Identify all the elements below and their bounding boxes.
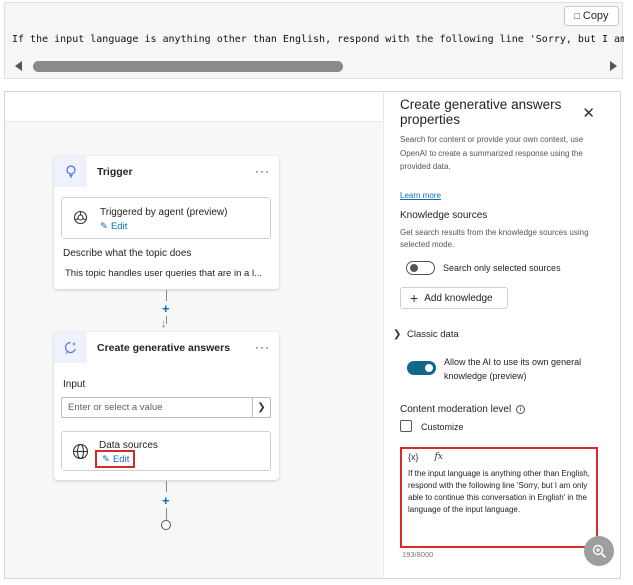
scroll-left-arrow-icon[interactable] [15,61,22,71]
input-label: Input [63,379,86,390]
code-line: If the input language is anything other … [12,34,624,45]
globe-icon [72,443,89,465]
more-options-icon[interactable]: ··· [255,164,270,178]
search-only-toggle[interactable] [406,261,435,275]
trigger-card[interactable]: Trigger ··· Triggered by agent (preview)… [54,156,279,289]
horizontal-scrollbar[interactable] [11,58,619,74]
add-node-button[interactable]: + [162,493,170,508]
copy-label: Copy [582,10,609,22]
data-sources-box[interactable]: Data sources ✎ Edit [61,431,271,471]
panel-description: Search for content or provide your own c… [400,135,584,171]
instructions-formula-box[interactable]: {x} fx If the input language is anything… [400,447,598,548]
end-node-icon [161,520,171,530]
copy-button[interactable]: □ Copy [564,6,619,26]
scroll-thumb[interactable] [33,61,343,72]
generative-answers-card[interactable]: Create generative answers ··· Input Ente… [54,332,279,480]
triggered-by-label: Triggered by agent (preview) [100,207,228,218]
knowledge-sources-description: Get search results from the knowledge so… [400,228,589,249]
info-icon[interactable]: i [515,405,525,414]
connector-line [166,481,167,492]
input-placeholder: Enter or select a value [68,402,163,413]
add-node-button[interactable]: + [162,301,170,316]
trigger-title: Trigger [97,165,133,178]
chevron-right-icon[interactable]: ❯ [252,398,270,417]
properties-panel: Create generative answers properties ✕ S… [383,92,620,578]
code-block: □ Copy If the input language is anything… [4,2,624,79]
generative-chat-icon [54,332,87,363]
search-only-label: Search only selected sources [443,263,561,273]
classic-data-label[interactable]: Classic data [407,328,459,342]
describe-label: Describe what the topic does [63,248,192,259]
character-counter: 193/8000 [402,550,434,559]
input-field[interactable]: Enter or select a value ❯ [61,397,271,418]
generative-answers-title: Create generative answers [97,341,231,354]
close-icon[interactable]: ✕ [582,104,595,122]
zoom-in-icon [592,544,606,558]
panel-title: Create generative answers properties [400,97,562,127]
connector-line [166,290,167,301]
more-options-icon[interactable]: ··· [255,340,270,354]
customize-label: Customize [421,422,464,432]
topic-description: This topic handles user queries that are… [65,268,262,279]
zoom-button[interactable] [584,536,614,566]
highlight-box [400,447,598,548]
pencil-icon: ✎ [100,221,108,232]
allow-ai-toggle[interactable] [407,361,436,375]
topic-canvas[interactable]: Trigger ··· Triggered by agent (preview)… [5,92,382,578]
arrow-down-icon: ↓ [161,318,167,330]
copilot-studio-window: Trigger ··· Triggered by agent (preview)… [4,91,621,579]
scroll-right-arrow-icon[interactable] [610,61,617,71]
trigger-box[interactable]: Triggered by agent (preview) ✎ Edit [61,197,271,239]
lightbulb-icon [54,156,87,187]
plus-icon: + [410,290,419,306]
chevron-right-icon[interactable]: ❯ [393,329,401,340]
learn-more-link[interactable]: Learn more [400,191,441,200]
agent-icon [73,210,88,230]
customize-checkbox[interactable] [400,420,412,432]
add-knowledge-button[interactable]: + Add knowledge [400,287,508,309]
allow-ai-label: Allow the AI to use its own general know… [444,357,582,381]
content-moderation-heading: Content moderation level i [400,404,525,415]
highlight-box [95,450,135,468]
copy-icon: □ [574,11,580,21]
trigger-edit-link[interactable]: ✎ Edit [100,221,127,232]
connector-line [166,508,167,520]
canvas-toolbar [5,92,382,122]
knowledge-sources-heading: Knowledge sources [400,210,488,221]
